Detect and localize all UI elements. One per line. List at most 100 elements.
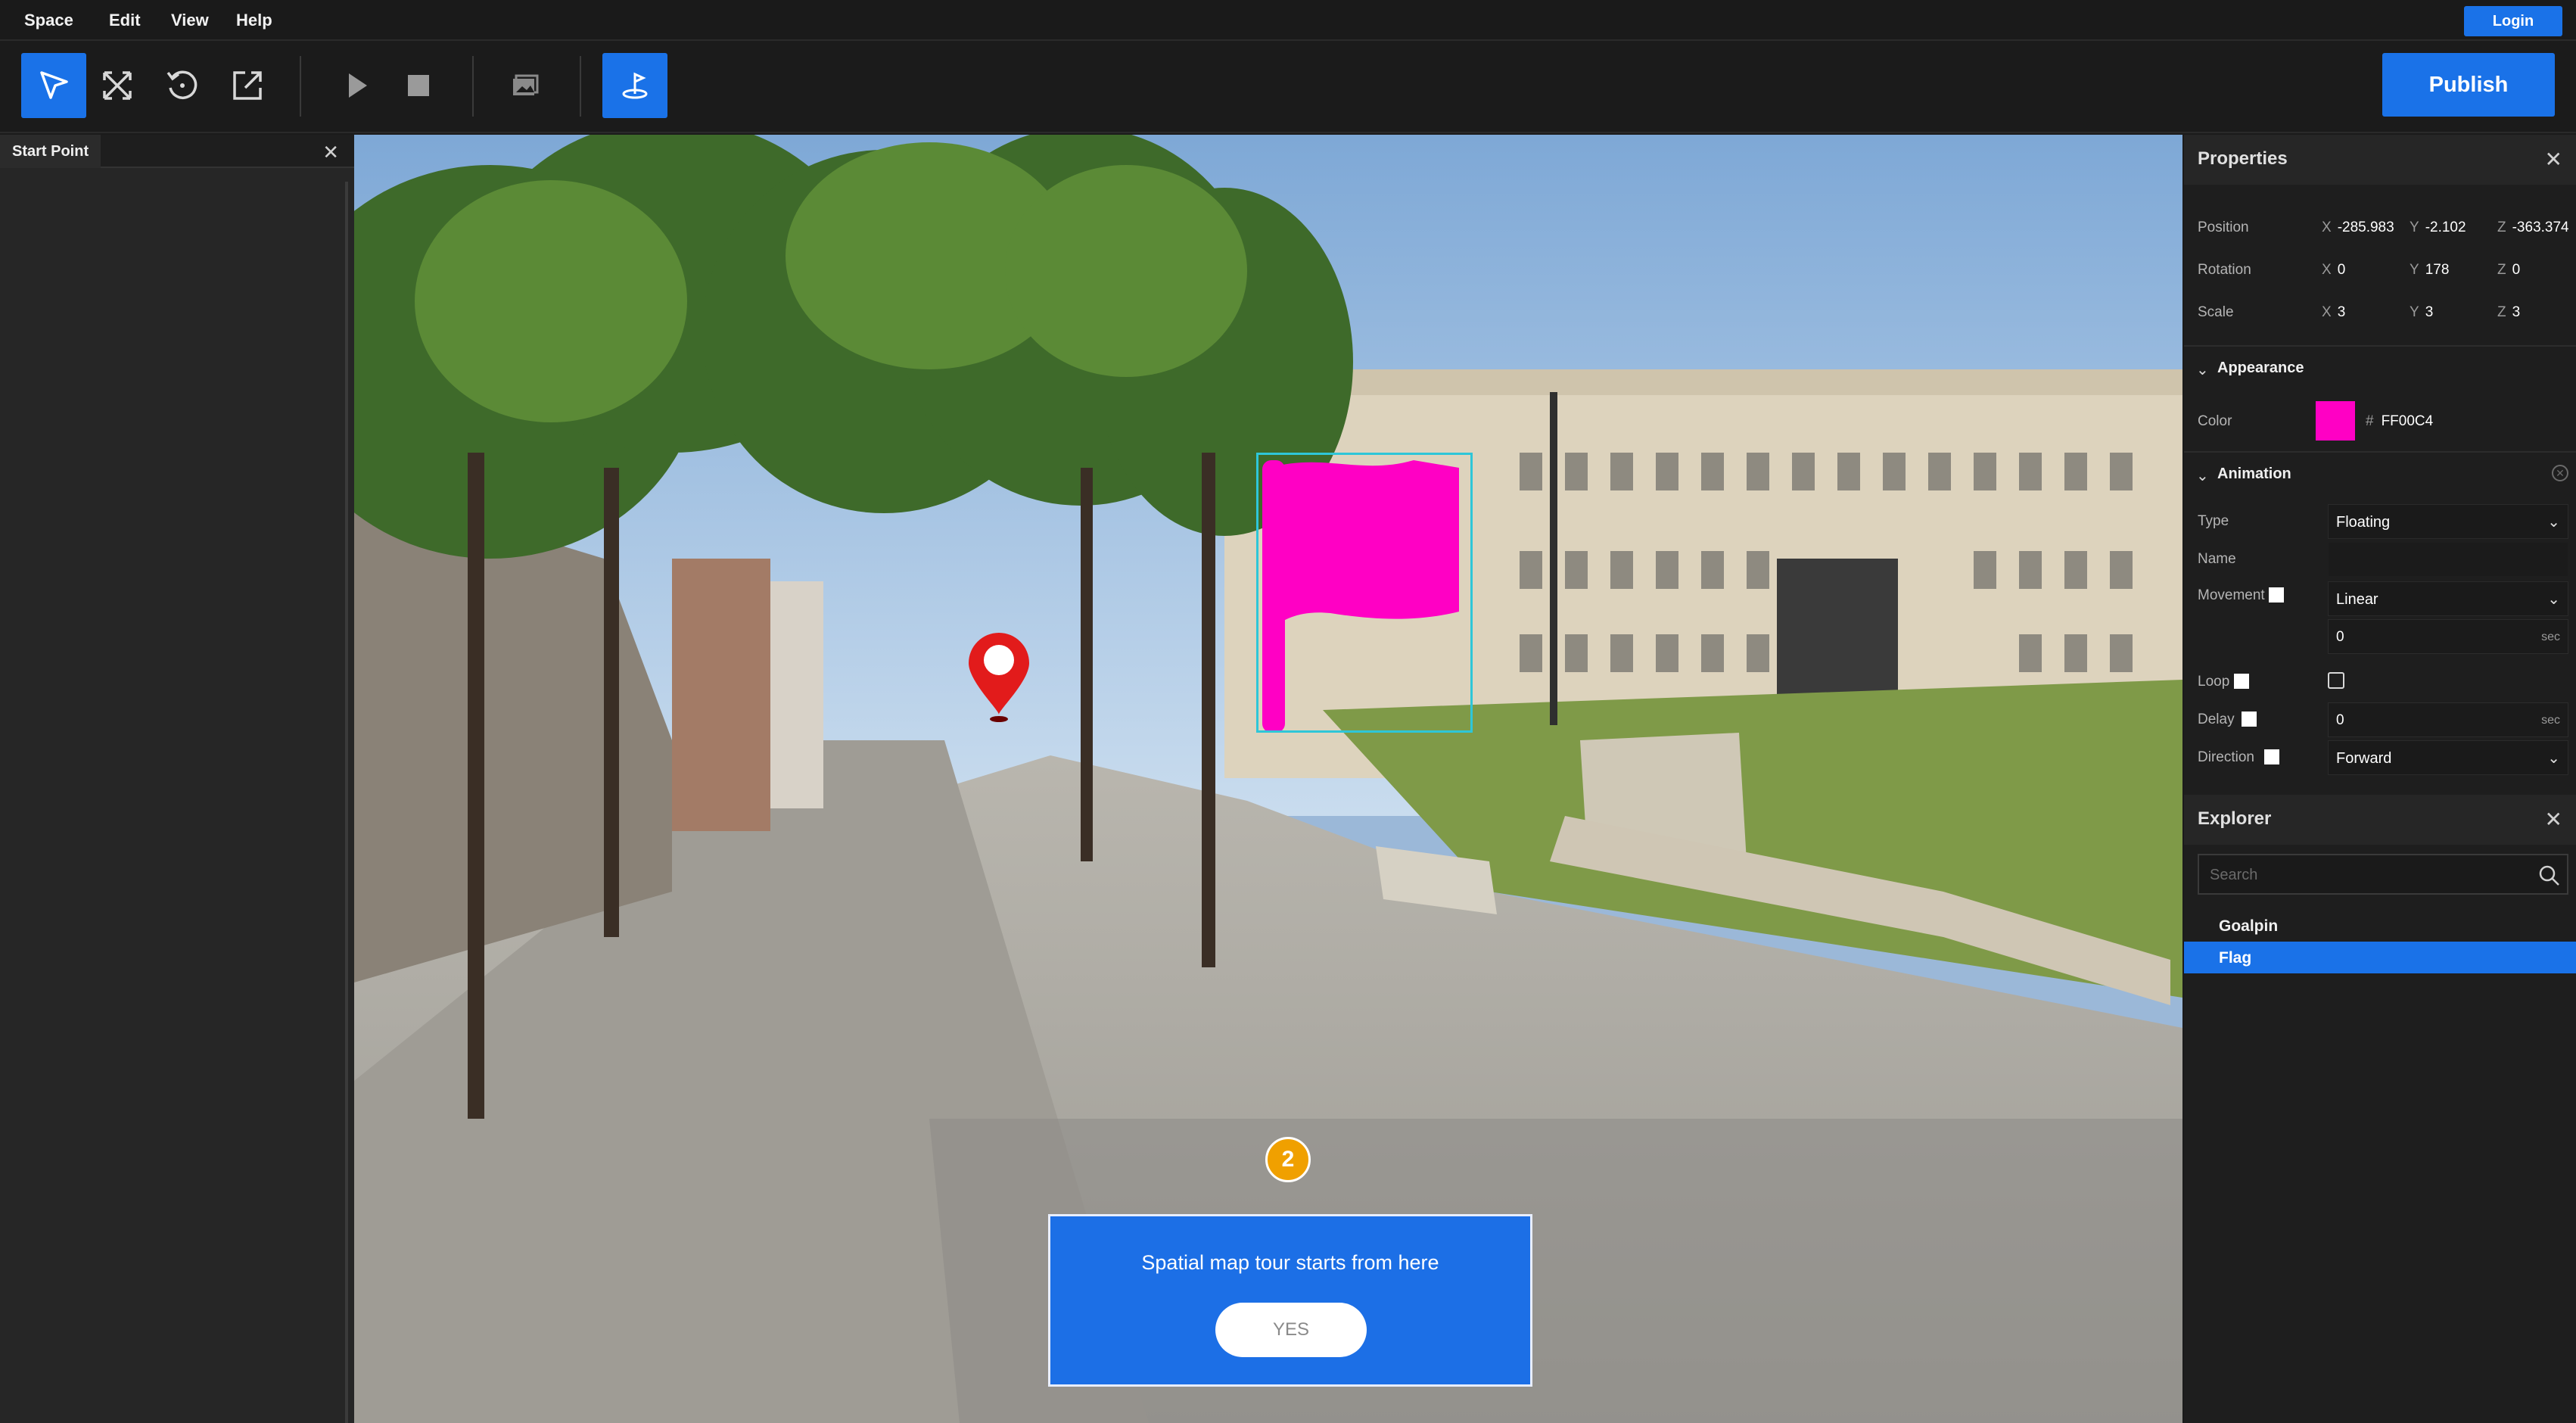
left-panel: Start Point ✕ — [0, 135, 354, 1423]
move-tool-button[interactable] — [85, 53, 150, 118]
remove-animation-icon[interactable]: ✕ — [2552, 465, 2568, 481]
menu-help[interactable]: Help — [236, 11, 272, 30]
position-label: Position — [2198, 220, 2249, 235]
rotation-y-field[interactable]: Y 178 — [2410, 262, 2449, 279]
explorer-item-label: Goalpin — [2219, 917, 2279, 935]
select-icon — [40, 71, 68, 99]
chevron-down-icon: ⌄ — [2547, 750, 2560, 767]
explorer-item-label: Flag — [2219, 949, 2252, 967]
menu-view[interactable]: View — [171, 11, 209, 30]
select-tool-button[interactable] — [21, 53, 86, 118]
position-z-field[interactable]: Z -363.374 — [2497, 220, 2569, 236]
search-input[interactable] — [2210, 864, 2528, 886]
appearance-title: Appearance — [2217, 360, 2304, 376]
screenshot-icon — [513, 74, 539, 95]
movement-dropdown[interactable]: Linear ⌄ — [2328, 581, 2568, 616]
close-icon[interactable]: ✕ — [2545, 147, 2562, 172]
delay-value: 0 — [2336, 712, 2344, 728]
type-value: Floating — [2336, 514, 2391, 531]
loop-checkbox[interactable] — [2328, 672, 2344, 689]
rotation-z-field[interactable]: Z0 — [2497, 262, 2520, 279]
direction-label: Direction — [2198, 749, 2254, 765]
close-icon[interactable]: ✕ — [322, 141, 339, 164]
expand-icon — [103, 71, 132, 100]
type-dropdown[interactable]: Floating ⌄ — [2328, 504, 2568, 539]
toolbar-divider — [300, 56, 301, 117]
rotation-z-value: 0 — [2512, 262, 2521, 278]
explorer-item-flag[interactable]: Flag — [2184, 942, 2576, 973]
scale-z-field[interactable]: Z3 — [2497, 304, 2520, 321]
position-x-value: -285.983 — [2337, 220, 2394, 235]
scale-x-value: 3 — [2337, 304, 2346, 320]
color-label: Color — [2198, 413, 2232, 429]
direction-dropdown[interactable]: Forward ⌄ — [2328, 740, 2568, 775]
rotate-icon — [166, 70, 198, 99]
scene-viewport[interactable]: 2 Spatial map tour starts from here YES — [354, 135, 2182, 1423]
name-label: Name — [2198, 551, 2236, 567]
explorer-title: Explorer — [2198, 808, 2272, 829]
properties-header: Properties ✕ — [2184, 135, 2576, 185]
stop-button[interactable] — [386, 53, 451, 118]
search-icon[interactable] — [2538, 864, 2561, 887]
scale-y-value: 3 — [2425, 304, 2434, 320]
direction-checkbox[interactable] — [2264, 749, 2279, 764]
right-panel: Properties ✕ Position X -285.983 Y -2.102 … — [2184, 135, 2576, 1423]
rotation-label: Rotation — [2198, 262, 2251, 278]
step-badge: 2 — [1265, 1137, 1311, 1182]
axis-x-label: X — [2322, 304, 2332, 320]
scale-tool-button[interactable] — [215, 53, 280, 118]
movement-checkbox[interactable] — [2269, 587, 2284, 603]
appearance-section-header[interactable]: ⌄ Appearance — [2184, 345, 2576, 391]
axis-z-label: Z — [2497, 220, 2506, 235]
movement-seconds-input[interactable]: 0 sec — [2328, 619, 2568, 654]
menu-space[interactable]: Space — [24, 11, 73, 30]
color-hex-field[interactable]: # FF00C4 — [2366, 413, 2433, 430]
scale-y-field[interactable]: Y3 — [2410, 304, 2433, 321]
tab-start-point[interactable]: Start Point — [0, 135, 101, 168]
color-swatch[interactable] — [2316, 401, 2355, 441]
delay-input[interactable]: 0 sec — [2328, 702, 2568, 737]
play-button[interactable] — [324, 53, 389, 118]
position-x-field[interactable]: X -285.983 — [2322, 220, 2394, 236]
explorer-search[interactable] — [2198, 854, 2568, 895]
scale-z-value: 3 — [2512, 304, 2521, 320]
screenshot-button[interactable] — [493, 53, 558, 118]
left-panel-tabbar: Start Point ✕ — [0, 135, 354, 168]
position-z-value: -363.374 — [2512, 220, 2569, 235]
tour-popup: Spatial map tour starts from here YES — [1048, 1214, 1532, 1387]
yes-button[interactable]: YES — [1215, 1303, 1367, 1357]
sec-unit: sec — [2541, 714, 2560, 727]
start-point-button[interactable] — [602, 53, 667, 118]
loop-label: Loop — [2198, 674, 2230, 690]
publish-button[interactable]: Publish — [2382, 53, 2555, 117]
color-hex-value: FF00C4 — [2381, 413, 2434, 429]
toolbar-divider — [580, 56, 581, 117]
delay-checkbox[interactable] — [2242, 712, 2257, 727]
direction-value: Forward — [2336, 750, 2392, 767]
scrollbar[interactable] — [345, 182, 348, 1423]
explorer-header: Explorer ✕ — [2184, 795, 2576, 845]
menu-bar: Space Edit View Help Login — [0, 0, 2576, 41]
close-icon[interactable]: ✕ — [2545, 807, 2562, 832]
name-input[interactable] — [2328, 542, 2568, 577]
sec-unit: sec — [2541, 631, 2560, 643]
axis-y-label: Y — [2410, 262, 2419, 278]
scale-x-field[interactable]: X3 — [2322, 304, 2345, 321]
axis-z-label: Z — [2497, 304, 2506, 320]
position-y-value: -2.102 — [2425, 220, 2466, 235]
chevron-down-icon: ⌄ — [2196, 362, 2209, 378]
rotate-tool-button[interactable] — [150, 53, 215, 118]
toolbar-divider — [472, 56, 474, 117]
chevron-down-icon: ⌄ — [2547, 514, 2560, 531]
animation-section-header[interactable]: ⌄ Animation ✕ — [2184, 451, 2576, 497]
movement-label: Movement — [2198, 587, 2265, 603]
login-button[interactable]: Login — [2464, 6, 2562, 36]
chevron-down-icon: ⌄ — [2196, 468, 2209, 484]
explorer-item-goalpin[interactable]: Goalpin — [2184, 910, 2576, 942]
position-y-field[interactable]: Y -2.102 — [2410, 220, 2466, 236]
axis-y-label: Y — [2410, 304, 2419, 320]
loop-mini-checkbox[interactable] — [2234, 674, 2249, 689]
start-point-icon — [622, 72, 648, 99]
rotation-x-field[interactable]: X0 — [2322, 262, 2345, 279]
menu-edit[interactable]: Edit — [109, 11, 141, 30]
